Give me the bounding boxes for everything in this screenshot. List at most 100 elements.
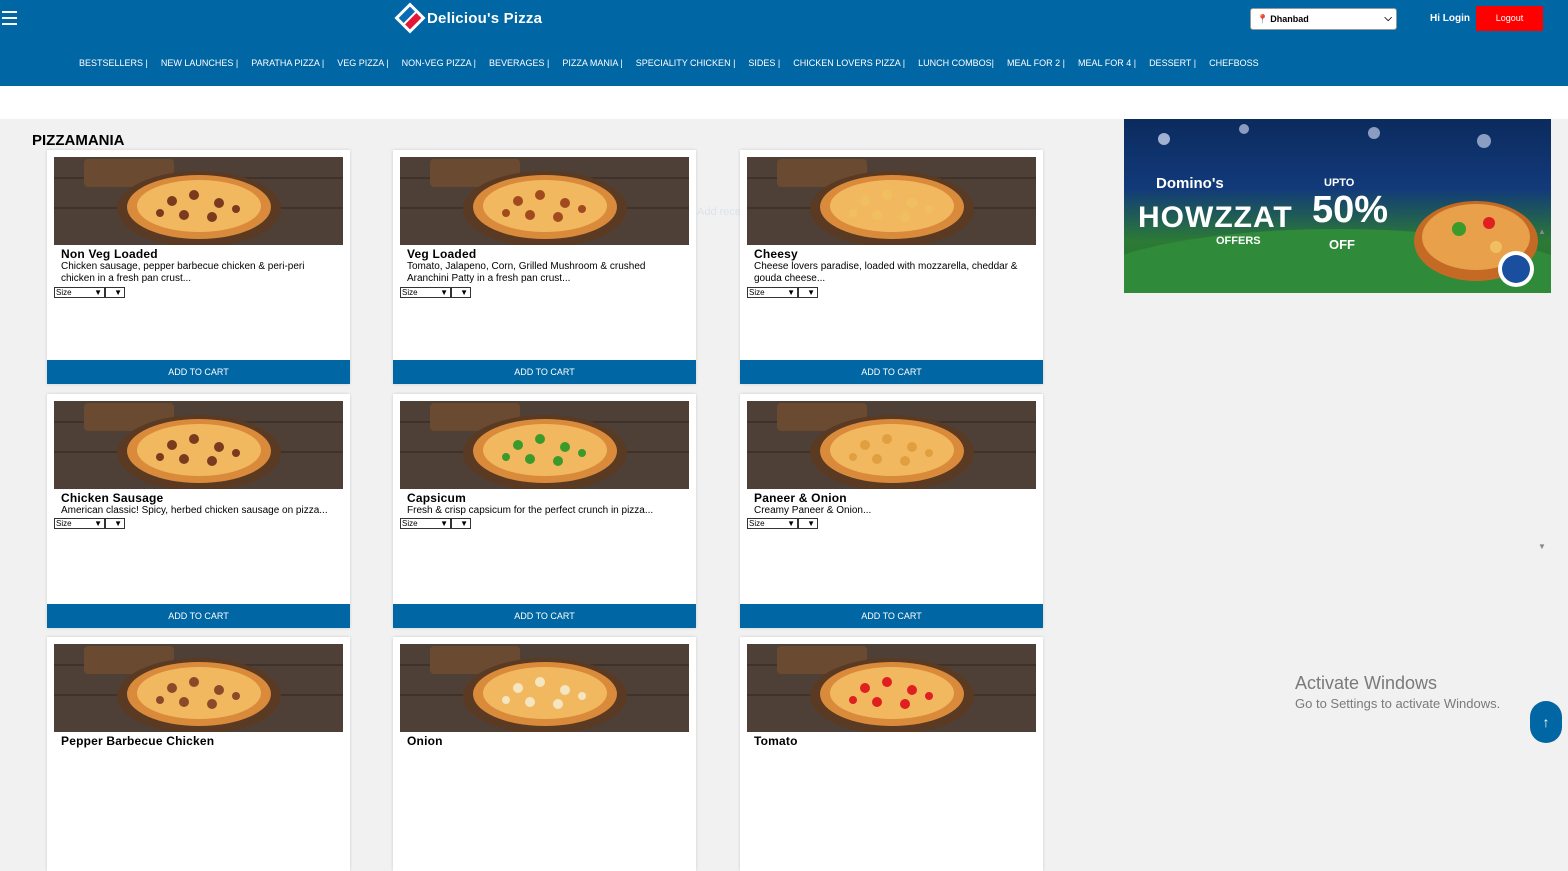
chevron-down-icon: ▼	[807, 519, 815, 528]
banner-headline: HOWZZAT	[1138, 201, 1293, 234]
login-link[interactable]: Hi Login	[1430, 13, 1470, 24]
size-select-value: Size	[56, 519, 72, 528]
scroll-to-top-button[interactable]: ↑	[1530, 701, 1562, 743]
pizza-image[interactable]	[747, 401, 1036, 489]
watermark-title: Activate Windows	[1295, 673, 1438, 693]
product-card: Pepper Barbecue Chicken	[47, 637, 350, 871]
pizza-image[interactable]	[54, 401, 343, 489]
chevron-down-icon: ▼	[114, 288, 122, 297]
hamburger-menu-icon[interactable]	[2, 11, 17, 28]
size-select-value: Size	[402, 288, 418, 297]
product-name: Pepper Barbecue Chicken	[61, 734, 215, 748]
add-to-cart-button[interactable]: ADD TO CART	[393, 604, 696, 628]
size-select[interactable]: Size ▼	[747, 518, 798, 529]
product-name: Tomato	[754, 734, 798, 748]
add-to-cart-button[interactable]: ADD TO CART	[740, 604, 1043, 628]
pizza-image[interactable]	[400, 401, 689, 489]
nav-item[interactable]: NON-VEG PIZZA |	[402, 58, 476, 68]
crust-select[interactable]: ▼	[105, 287, 125, 298]
add-to-cart-button[interactable]: ADD TO CART	[393, 360, 696, 384]
size-select[interactable]: Size ▼	[747, 287, 798, 298]
add-to-cart-button[interactable]: ADD TO CART	[47, 604, 350, 628]
pizza-image[interactable]	[54, 644, 343, 732]
nav-item[interactable]: SIDES |	[748, 58, 780, 68]
product-name: Paneer & Onion	[754, 491, 847, 505]
chevron-down-icon: ▼	[114, 519, 122, 528]
brand[interactable]: Deliciou's Pizza	[394, 2, 542, 34]
add-to-cart-button[interactable]: ADD TO CART	[740, 360, 1043, 384]
chevron-down-icon: ▼	[94, 288, 102, 297]
product-card: Capsicum Fresh & crisp capsicum for the p…	[393, 394, 696, 628]
product-card: Onion	[393, 637, 696, 871]
crust-select[interactable]: ▼	[451, 518, 471, 529]
pizza-image[interactable]	[54, 157, 343, 245]
section-title: PIZZAMANIA	[32, 132, 125, 149]
nav-item[interactable]: BESTSELLERS |	[79, 58, 148, 68]
product-card: Veg Loaded Tomato, Jalapeno, Corn, Grille…	[393, 150, 696, 384]
nav-item[interactable]: PARATHA PIZZA |	[251, 58, 324, 68]
arrow-up-icon: ↑	[1542, 714, 1550, 730]
product-description: Tomato, Jalapeno, Corn, Grilled Mushroom…	[407, 261, 646, 284]
nav-item[interactable]: NEW LAUNCHES |	[161, 58, 238, 68]
size-select-value: Size	[749, 519, 765, 528]
banner-off: OFF	[1329, 237, 1355, 252]
chevron-down-icon: ▼	[94, 519, 102, 528]
nav-item[interactable]: PIZZA MANIA |	[562, 58, 622, 68]
city-select[interactable]: 📍 Dhanbad ⌵	[1250, 8, 1397, 30]
chevron-down-icon: ⌵	[1384, 13, 1392, 24]
add-to-cart-button[interactable]: ADD TO CART	[47, 360, 350, 384]
windows-activation-watermark: Activate Windows Go to Settings to activ…	[1295, 673, 1500, 711]
pizza-image[interactable]	[400, 157, 689, 245]
nav-item[interactable]: LUNCH COMBOS|	[918, 58, 994, 68]
product-name: Chicken Sausage	[61, 491, 164, 505]
product-card: Cheesy Cheese lovers paradise, loaded wit…	[740, 150, 1043, 384]
product-description: American classic! Spicy, herbed chicken …	[61, 505, 328, 516]
nav-item[interactable]: CHICKEN LOVERS PIZZA |	[793, 58, 905, 68]
chevron-down-icon: ▼	[807, 288, 815, 297]
sub-header-strip	[0, 86, 1568, 119]
chevron-down-icon: ▼	[440, 288, 448, 297]
brand-logo-icon	[394, 2, 426, 34]
nav-item[interactable]: CHEFBOSS	[1209, 58, 1259, 68]
nav-item[interactable]: MEAL FOR 4 |	[1078, 58, 1136, 68]
product-card: Chicken Sausage American classic! Spicy, …	[47, 394, 350, 628]
nav-item[interactable]: SPECIALITY CHICKEN |	[636, 58, 736, 68]
crust-select[interactable]: ▼	[105, 518, 125, 529]
chevron-down-icon: ▼	[787, 519, 795, 528]
top-header: Deliciou's Pizza 📍 Dhanbad ⌵ Hi Login Lo…	[0, 0, 1568, 86]
product-card: Paneer & Onion Creamy Paneer & Onion... Si…	[740, 394, 1043, 628]
crust-select[interactable]: ▼	[451, 287, 471, 298]
product-card: Non Veg Loaded Chicken sausage, pepper ba…	[47, 150, 350, 384]
logout-button[interactable]: Logout	[1476, 6, 1543, 31]
crust-select[interactable]: ▼	[798, 518, 818, 529]
promo-banner[interactable]: Domino's HOWZZAT OFFERS UPTO 50% OFF	[1124, 119, 1551, 293]
pizza-image[interactable]	[400, 644, 689, 732]
banner-brand: Domino's	[1156, 175, 1224, 192]
product-description: Cheese lovers paradise, loaded with mozz…	[754, 261, 1018, 284]
chevron-down-icon: ▼	[460, 519, 468, 528]
category-nav: BESTSELLERS | NEW LAUNCHES | PARATHA PIZZA…	[79, 58, 1272, 68]
nav-item[interactable]: VEG PIZZA |	[337, 58, 388, 68]
pizza-image[interactable]	[747, 644, 1036, 732]
watermark-subtitle: Go to Settings to activate Windows.	[1295, 696, 1501, 711]
size-select[interactable]: Size ▼	[400, 287, 451, 298]
product-name: Veg Loaded	[407, 247, 477, 261]
product-description: Fresh & crisp capsicum for the perfect c…	[407, 505, 654, 516]
size-select-value: Size	[402, 519, 418, 528]
size-select-value: Size	[56, 288, 72, 297]
scroll-up-arrow-icon[interactable]: ▲	[1538, 227, 1546, 236]
nav-item[interactable]: BEVERAGES |	[489, 58, 549, 68]
crust-select[interactable]: ▼	[798, 287, 818, 298]
nav-item[interactable]: MEAL FOR 2 |	[1007, 58, 1065, 68]
chevron-down-icon: ▼	[440, 519, 448, 528]
size-select[interactable]: Size ▼	[54, 518, 105, 529]
banner-offers: OFFERS	[1216, 235, 1261, 247]
city-value: Dhanbad	[1270, 14, 1309, 24]
pizza-image[interactable]	[747, 157, 1036, 245]
size-select[interactable]: Size ▼	[400, 518, 451, 529]
nav-item[interactable]: DESSERT |	[1149, 58, 1196, 68]
chevron-down-icon: ▼	[787, 288, 795, 297]
size-select[interactable]: Size ▼	[54, 287, 105, 298]
scroll-down-arrow-icon[interactable]: ▼	[1538, 542, 1546, 551]
location-pin-icon: 📍	[1257, 13, 1269, 24]
